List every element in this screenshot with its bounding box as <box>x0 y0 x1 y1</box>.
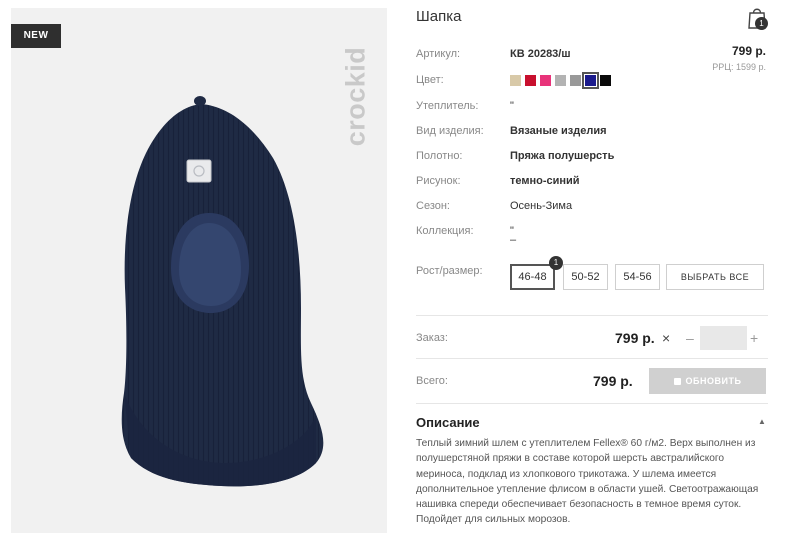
color-swatch[interactable] <box>510 75 521 86</box>
color-swatch[interactable] <box>525 75 536 86</box>
collapse-chevron-icon[interactable]: ▲ <box>758 417 766 426</box>
color-swatch[interactable] <box>600 75 611 86</box>
type-label: Вид изделия: <box>416 125 484 137</box>
insulation-label: Утеплитель: <box>416 100 479 112</box>
total-price: 799 р. <box>593 373 633 389</box>
pattern-value: темно-синий <box>510 175 580 187</box>
collection-value-2: – <box>510 234 517 246</box>
description-text: Теплый зимний шлем с утеплителем Fellex®… <box>416 438 759 526</box>
remove-order-button[interactable]: × <box>662 330 670 346</box>
fabric-label: Полотно: <box>416 150 463 162</box>
product-image-panel[interactable]: NEW crockid <box>11 8 387 533</box>
bag-icon <box>673 378 681 385</box>
divider <box>416 358 768 359</box>
update-button[interactable]: ОБНОВИТЬ <box>649 368 766 394</box>
divider <box>416 315 768 316</box>
product-image <box>121 96 324 487</box>
quantity-increment-button[interactable]: + <box>750 330 758 346</box>
quantity-decrement-button[interactable]: – <box>686 330 694 346</box>
color-swatch[interactable] <box>570 75 581 86</box>
size-quantity-badge: 1 <box>549 256 563 270</box>
size-label: Рост/размер: <box>416 265 483 277</box>
insulation-value: " <box>510 100 514 112</box>
description-title: Описание <box>416 415 480 430</box>
size-option-46-48[interactable]: 46-48 <box>510 264 555 290</box>
quantity-input[interactable] <box>700 326 747 350</box>
color-label: Цвет: <box>416 74 444 86</box>
divider <box>416 403 768 404</box>
update-button-label: ОБНОВИТЬ <box>685 376 742 386</box>
total-label: Всего: <box>416 375 448 387</box>
size-option-50-52[interactable]: 50-52 <box>563 264 608 290</box>
brand-logo-text: crockid <box>340 46 371 146</box>
recommended-retail-price: РРЦ: 1599 р. <box>712 62 766 72</box>
order-label: Заказ: <box>416 332 448 344</box>
new-badge: NEW <box>11 24 61 48</box>
color-swatch[interactable] <box>582 72 599 89</box>
brand-logo: crockid <box>339 26 373 166</box>
product-price: 799 р. <box>731 44 766 58</box>
pattern-label: Рисунок: <box>416 175 461 187</box>
size-option-54-56[interactable]: 54-56 <box>615 264 660 290</box>
color-swatch[interactable] <box>540 75 551 86</box>
select-all-button[interactable]: ВЫБРАТЬ ВСЕ <box>666 264 764 290</box>
type-value: Вязаные изделия <box>510 125 607 137</box>
collection-label: Коллекция: <box>416 225 474 237</box>
fabric-value: Пряжа полушерсть <box>510 150 615 162</box>
color-swatches <box>510 72 615 89</box>
color-swatch[interactable] <box>555 75 566 86</box>
article-value: КВ 20283/ш <box>510 48 571 60</box>
product-title: Шапка <box>416 8 462 25</box>
order-price: 799 р. <box>615 330 655 346</box>
article-label: Артикул: <box>416 48 461 60</box>
cart-count-badge: 1 <box>755 17 768 30</box>
season-value: Осень-Зима <box>510 200 573 212</box>
season-label: Сезон: <box>416 200 450 212</box>
